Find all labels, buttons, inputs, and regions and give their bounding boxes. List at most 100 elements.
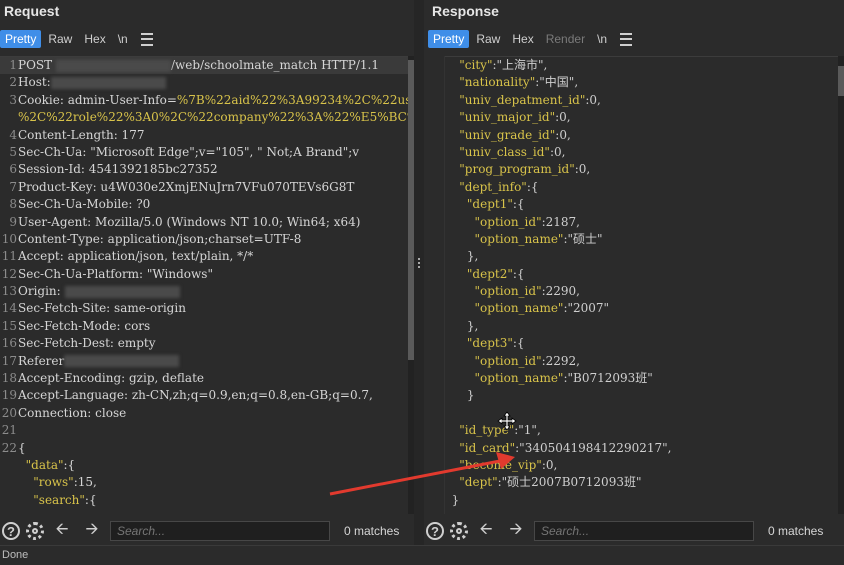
help-icon[interactable]: ? — [426, 522, 444, 540]
next-arrow-icon[interactable]: 🡪 — [504, 520, 528, 542]
response-tab-render: Render — [545, 32, 586, 46]
code-token: /web/schoolmate_match HTTP/1.1 — [170, 58, 379, 72]
response-line: "dept3":{ — [466, 336, 525, 351]
line-number: 20 — [1, 405, 17, 420]
response-editor[interactable]: "city":"上海市", "nationality":"中国", "univ_… — [444, 56, 838, 514]
help-icon[interactable]: ? — [2, 522, 20, 540]
code-token: "search" — [33, 492, 85, 507]
request-line: 16Sec-Fetch-Dest: empty — [0, 335, 414, 352]
code-token: Referer — [18, 353, 65, 368]
code-token: Accept: application/json, text/plain, */… — [18, 249, 254, 264]
code-token: Accept-Language: zh-CN,zh;q=0.9,en;q=0.8… — [18, 388, 373, 403]
redacted-region — [50, 76, 166, 89]
response-line: "prog_program_id":0, — [459, 162, 591, 177]
response-tab-pretty[interactable]: Pretty — [428, 30, 470, 48]
response-tab-hex[interactable]: Hex — [507, 30, 538, 48]
menu-icon[interactable] — [620, 32, 633, 46]
code-token: Host: — [18, 75, 51, 90]
request-tab-hex[interactable]: Hex — [79, 30, 110, 48]
response-line: "dept2":{ — [466, 266, 525, 281]
line-number: 21 — [1, 423, 17, 438]
code-token: Sec-Ch-Ua-Mobile: ?0 — [18, 197, 151, 212]
request-matches-count: 0 matches — [344, 524, 400, 538]
request-line: 12Sec-Ch-Ua-Platform: "Windows" — [0, 266, 414, 283]
line-number: 17 — [1, 353, 17, 368]
line-number: 12 — [1, 266, 17, 281]
response-gutter — [424, 56, 445, 514]
prev-arrow-icon[interactable]: 🡨 — [474, 520, 498, 542]
request-editor[interactable]: 1POST /web/schoolmate_match HTTP/1.1 2Hos… — [0, 56, 414, 514]
line-number: 10 — [1, 231, 17, 246]
response-line: "dept_info":{ — [459, 179, 539, 194]
request-tab-n[interactable]: \n — [113, 30, 133, 48]
request-line: 8Sec-Ch-Ua-Mobile: ?0 — [0, 196, 414, 213]
request-line: 1POST /web/schoolmate_match HTTP/1.1 — [0, 57, 414, 75]
status-bar: Done — [0, 545, 844, 565]
response-tab-raw[interactable]: Raw — [471, 30, 505, 48]
line-number: 13 — [1, 284, 17, 299]
code-token: Content-Type: application/json;charset=U… — [18, 231, 302, 246]
line-number: 19 — [1, 388, 17, 403]
code-token: Session-Id: 4541392185bc27352 — [18, 162, 218, 177]
pane-divider[interactable] — [414, 0, 424, 546]
response-scrollbar[interactable] — [838, 56, 844, 514]
line-number: 4 — [9, 127, 17, 142]
code-token: Content-Length: 177 — [18, 127, 145, 142]
request-title: Request — [4, 3, 60, 19]
code-token: :{ — [63, 457, 76, 472]
code-token: Connection: close — [18, 405, 127, 420]
response-line: } — [444, 388, 475, 403]
request-line: 18Accept-Encoding: gzip, deflate — [0, 370, 414, 387]
request-search-input[interactable] — [110, 521, 330, 541]
request-line: 15Sec-Fetch-Mode: cors — [0, 318, 414, 335]
code-token: User-Agent: Mozilla/5.0 (Windows NT 10.0… — [18, 214, 361, 229]
code-token: Sec-Ch-Ua: "Microsoft Edge";v="105", " N… — [18, 144, 360, 159]
response-line: "become_vip":0, — [459, 457, 558, 472]
redacted-region — [55, 59, 171, 72]
next-arrow-icon[interactable]: 🡪 — [80, 520, 104, 542]
request-tab-raw[interactable]: Raw — [43, 30, 77, 48]
prev-arrow-icon[interactable]: 🡨 — [50, 520, 74, 542]
request-search-bar: ? 🡨 🡪 0 matches — [0, 516, 414, 546]
menu-icon[interactable] — [140, 32, 153, 46]
request-line: 22{ — [0, 440, 414, 457]
line-number: 2 — [9, 75, 17, 90]
code-token: Sec-Ch-Ua-Platform: "Windows" — [18, 266, 213, 281]
redacted-region — [64, 285, 180, 298]
gear-icon[interactable] — [450, 522, 468, 540]
code-token: POST — [18, 58, 56, 72]
response-line: "univ_grade_id":0, — [459, 127, 571, 142]
request-line: 7Product-Key: u4W030e2XmjENuJrn7VFu070TE… — [0, 179, 414, 196]
line-number: 18 — [1, 371, 17, 386]
response-line: "city":"上海市", — [459, 58, 548, 72]
line-number: 14 — [1, 301, 17, 316]
response-search-input[interactable] — [534, 521, 754, 541]
line-number: 5 — [9, 144, 17, 159]
line-number: 16 — [1, 336, 17, 351]
code-token: :15, — [73, 475, 97, 490]
line-number: 22 — [1, 440, 17, 455]
request-tab-pretty[interactable]: Pretty — [0, 30, 42, 48]
request-pane: Request Pretty Raw Hex \n 1POST /web/school… — [0, 0, 414, 546]
response-title: Response — [432, 3, 499, 19]
request-line: 9User-Agent: Mozilla/5.0 (Windows NT 10.… — [0, 214, 414, 231]
divider-handle-icon[interactable] — [418, 258, 422, 268]
code-token: Cookie: admin-User-Info= — [18, 92, 177, 107]
line-number: 9 — [9, 214, 17, 229]
request-line: 20Connection: close — [0, 405, 414, 422]
response-line: "id_card":"340504198412290217", — [459, 440, 672, 455]
code-token: Origin: — [18, 284, 65, 299]
response-tab-n[interactable]: \n — [592, 30, 612, 48]
response-line: "dept":"硕士2007B0712093班" — [459, 475, 642, 490]
code-token: Sec-Fetch-Site: same-origin — [18, 301, 186, 316]
response-tabs: Pretty Raw Hex Render \n — [428, 29, 633, 49]
line-number: 11 — [1, 249, 17, 264]
request-line: 5Sec-Ch-Ua: "Microsoft Edge";v="105", " … — [0, 144, 414, 161]
response-line: "univ_major_id":0, — [459, 110, 571, 125]
gear-icon[interactable] — [26, 522, 44, 540]
request-line: 4Content-Length: 177 — [0, 127, 414, 144]
request-line: 17Referer — [0, 353, 414, 370]
